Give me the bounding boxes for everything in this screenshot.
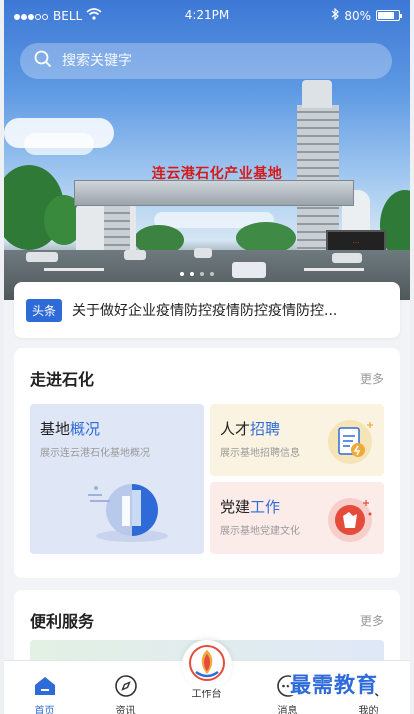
- search-input[interactable]: [62, 53, 362, 69]
- search-bar[interactable]: [20, 43, 392, 79]
- headline-tag: 头条: [26, 298, 63, 322]
- more-link[interactable]: 更多: [360, 612, 384, 629]
- section-title: 便利服务: [30, 612, 95, 631]
- pagination-dot: [180, 272, 184, 276]
- tile-subtitle: 展示基地招聘信息: [220, 448, 300, 459]
- building-chart-icon: [86, 472, 178, 550]
- app-screen: 连云港石化产业基地 ... BELL 4:21PM 80% 搜索关键字 头条 关…: [4, 0, 410, 714]
- car-decoration: [232, 262, 266, 278]
- home-icon: [33, 675, 57, 701]
- tile-title: 人才招聘: [220, 420, 281, 438]
- search-icon: [34, 50, 52, 72]
- led-sign: ...: [326, 230, 386, 252]
- tile-subtitle: 展示连云港石化基地概况: [40, 448, 150, 459]
- more-link[interactable]: 更多: [360, 370, 384, 387]
- cloud-decoration: [24, 133, 94, 155]
- tab-label: 资讯: [115, 706, 136, 714]
- workbench-button[interactable]: [182, 640, 232, 690]
- battery-label: 80%: [344, 8, 371, 23]
- status-bar: BELL 4:21PM 80%: [4, 0, 410, 30]
- car-decoration: [194, 248, 212, 258]
- car-decoration: [332, 253, 362, 263]
- section-petrochem: 走进石化 更多 基地概况 展示连云港石化基地概况 人才招聘 展示基地招聘信息 党…: [14, 348, 400, 578]
- workbench-logo-icon: [188, 644, 226, 686]
- tile-party-building[interactable]: 党建工作 展示基地党建文化: [210, 482, 384, 554]
- gate-title: 连云港石化产业基地: [151, 166, 283, 182]
- resume-icon: [326, 416, 378, 472]
- gate-beam: [74, 180, 354, 206]
- party-emblem-icon: [326, 494, 378, 550]
- tile-title: 基地概况: [40, 420, 101, 438]
- headline-news[interactable]: 头条 关于做好企业疫情防控疫情防控疫情防控...: [14, 282, 400, 338]
- car-decoration: [26, 252, 58, 262]
- tab-label: 首页: [34, 706, 55, 714]
- tab-home[interactable]: 首页: [4, 661, 85, 714]
- road-line: [304, 268, 364, 271]
- watermark-text: 最需教育: [290, 673, 378, 697]
- battery-icon: [376, 10, 402, 21]
- tab-label: 我的: [358, 706, 379, 714]
- compass-icon: [114, 674, 138, 702]
- tile-title: 党建工作: [220, 498, 281, 516]
- car-decoration: [124, 250, 146, 260]
- banner-pagination: [180, 272, 214, 276]
- headline-text[interactable]: 关于做好企业疫情防控疫情防控疫情防控...: [72, 300, 337, 320]
- tab-label: 消息: [277, 706, 298, 714]
- pagination-dot: [200, 272, 204, 276]
- bluetooth-icon: [331, 7, 340, 23]
- tower-top-decoration: [302, 80, 332, 108]
- tab-news[interactable]: 资讯: [85, 661, 166, 714]
- pagination-dot: [210, 272, 214, 276]
- pagination-dot: [190, 272, 194, 276]
- section-title: 走进石化: [30, 370, 95, 389]
- tile-subtitle: 展示基地党建文化: [220, 526, 300, 537]
- tile-talent-recruit[interactable]: 人才招聘 展示基地招聘信息: [210, 404, 384, 476]
- road-line: [44, 268, 104, 271]
- tile-base-overview[interactable]: 基地概况 展示连云港石化基地概况: [30, 404, 204, 554]
- tower-decoration: [297, 105, 339, 250]
